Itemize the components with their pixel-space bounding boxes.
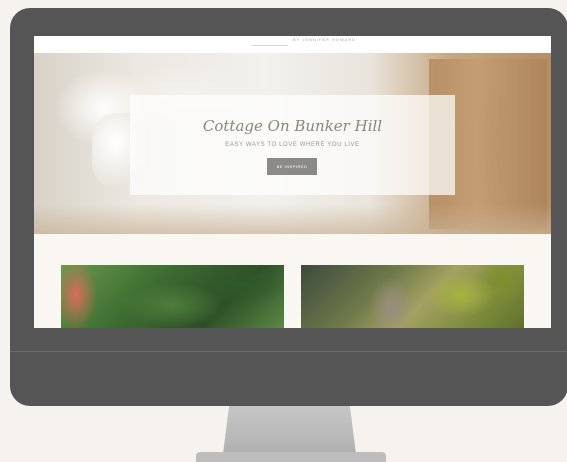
logo-subtitle: BY JENNIFER HOWARD [293,37,357,42]
site-header: BY JENNIFER HOWARD [34,36,551,53]
leaves-post-image[interactable] [301,265,524,328]
be-inspired-button[interactable]: BE INSPIRED [267,158,317,175]
monitor-chin-divider [10,351,567,352]
hero-table-image [34,204,551,234]
hero-title: Cottage On Bunker Hill [202,117,383,135]
site-logo[interactable] [252,37,288,46]
monitor-stand-base [196,452,386,462]
fern-post-image[interactable] [61,265,284,328]
hero-banner: Cottage On Bunker Hill EASY WAYS TO LOVE… [34,53,551,234]
hero-tagline: EASY WAYS TO LOVE WHERE YOU LIVE [225,142,360,148]
website-screen: BY JENNIFER HOWARD Cottage On Bunker Hil… [34,36,551,328]
hero-card: Cottage On Bunker Hill EASY WAYS TO LOVE… [130,95,455,195]
